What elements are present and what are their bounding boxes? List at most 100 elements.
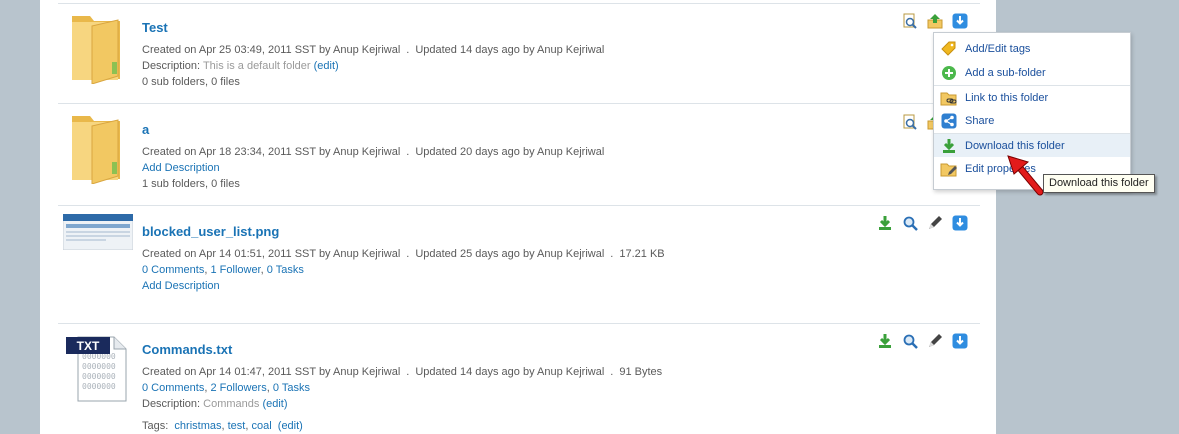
svg-text:0000000: 0000000 — [82, 362, 116, 371]
share-icon — [940, 113, 958, 129]
add-circle-icon — [940, 65, 958, 81]
search-icon[interactable] — [901, 214, 918, 231]
options-dropdown-icon[interactable] — [951, 12, 968, 29]
created-text: Created on Apr 18 23:34, 2011 SST by Anu… — [142, 146, 401, 158]
pencil-icon[interactable] — [926, 332, 943, 349]
comments-link[interactable]: 0 Comments — [142, 264, 204, 276]
dot-separator: . — [610, 248, 614, 260]
list-item: a Created on Apr 18 23:34, 2011 SST by A… — [58, 105, 980, 206]
comma-separator: , — [260, 264, 264, 276]
followers-link[interactable]: 2 Followers — [210, 382, 266, 394]
edit-tags-link[interactable]: (edit) — [278, 420, 303, 432]
dot-separator: . — [406, 44, 410, 56]
description-label: Description: — [142, 60, 201, 72]
menu-item-add-sub-folder[interactable]: Add a sub-folder — [934, 61, 1130, 85]
menu-item-label: Add a sub-folder — [965, 67, 1046, 79]
dot-separator: . — [610, 366, 614, 378]
tag-link[interactable]: test — [228, 420, 246, 432]
list-item: blocked_user_list.png Created on Apr 14 … — [58, 206, 980, 324]
comma-separator: , — [221, 420, 225, 432]
meta-line: Created on Apr 14 01:47, 2011 SST by Anu… — [142, 364, 662, 380]
dot-separator: . — [406, 146, 410, 158]
preview-icon[interactable] — [901, 113, 918, 130]
add-description-link[interactable]: Add Description — [142, 280, 220, 292]
list-item: 0000000 0000000 0000000 0000000 TXT Comm… — [58, 324, 980, 434]
updated-text: Updated 20 days ago by Anup Kejriwal — [415, 146, 605, 158]
file-size: 17.21 KB — [619, 248, 665, 260]
description-line: Description: Commands (edit) — [142, 396, 662, 412]
comma-separator: , — [266, 382, 270, 394]
comments-link[interactable]: 0 Comments — [142, 382, 204, 394]
file-size: 91 Bytes — [619, 366, 663, 378]
image-thumbnail[interactable] — [62, 213, 134, 253]
link-folder-icon — [940, 90, 958, 106]
search-icon[interactable] — [901, 332, 918, 349]
download-icon[interactable] — [876, 332, 893, 349]
list-item: Test Created on Apr 25 03:49, 2011 SST b… — [58, 3, 980, 104]
menu-item-label: Link to this folder — [965, 91, 1049, 104]
row-actions — [901, 12, 968, 29]
preview-icon[interactable] — [901, 12, 918, 29]
item-title[interactable]: a — [142, 122, 604, 137]
meta-line: Created on Apr 14 01:51, 2011 SST by Anu… — [142, 246, 665, 262]
dot-separator: . — [406, 366, 410, 378]
meta-line: Created on Apr 18 23:34, 2011 SST by Anu… — [142, 144, 604, 160]
comma-separator: , — [204, 382, 208, 394]
options-dropdown-icon[interactable] — [951, 332, 968, 349]
item-title[interactable]: Commands.txt — [142, 342, 662, 357]
tags-label: Tags: — [142, 420, 169, 432]
folder-icon[interactable] — [68, 12, 124, 87]
dot-separator: . — [406, 248, 410, 260]
description-line: Description: This is a default folder (e… — [142, 58, 604, 74]
edit-folder-icon — [940, 161, 958, 177]
svg-text:0000000: 0000000 — [82, 382, 116, 391]
tags-line: Tags: christmas, test, coal (edit) — [142, 418, 662, 434]
created-text: Created on Apr 14 01:51, 2011 SST by Anu… — [142, 248, 401, 260]
updated-text: Updated 14 days ago by Anup Kejriwal — [415, 366, 605, 378]
created-text: Created on Apr 14 01:47, 2011 SST by Anu… — [142, 366, 401, 378]
description-text: Commands — [203, 398, 260, 410]
options-dropdown-icon[interactable] — [951, 214, 968, 231]
svg-text:0000000: 0000000 — [82, 372, 116, 381]
description-text: This is a default folder — [202, 60, 311, 72]
edit-description-link[interactable]: (edit) — [314, 60, 339, 72]
txt-badge: TXT — [76, 339, 100, 353]
row-actions — [876, 332, 968, 349]
menu-item-share[interactable]: Share — [934, 109, 1130, 133]
tag-icon — [940, 41, 958, 57]
item-title[interactable]: blocked_user_list.png — [142, 224, 665, 239]
comma-separator: , — [204, 264, 208, 276]
edit-description-link[interactable]: (edit) — [262, 398, 287, 410]
counts-text: 1 sub folders, 0 files — [142, 178, 240, 190]
folder-icon[interactable] — [68, 112, 124, 187]
tag-link[interactable]: coal — [251, 420, 271, 432]
file-list-panel: Test Created on Apr 25 03:49, 2011 SST b… — [40, 0, 996, 434]
add-description-link[interactable]: Add Description — [142, 162, 220, 174]
item-title[interactable]: Test — [142, 20, 604, 35]
comma-separator: , — [245, 420, 249, 432]
meta-line: Created on Apr 25 03:49, 2011 SST by Anu… — [142, 42, 604, 58]
menu-item-label: Add/Edit tags — [965, 43, 1031, 55]
download-icon[interactable] — [876, 214, 893, 231]
pencil-icon[interactable] — [926, 214, 943, 231]
created-text: Created on Apr 25 03:49, 2011 SST by Anu… — [142, 44, 401, 56]
row-actions — [876, 214, 968, 231]
description-label: Description: — [142, 398, 201, 410]
social-line: 0 Comments, 1 Follower, 0 Tasks — [142, 262, 665, 278]
social-line: 0 Comments, 2 Followers, 0 Tasks — [142, 380, 662, 396]
tag-link[interactable]: christmas — [174, 420, 221, 432]
followers-link[interactable]: 1 Follower — [210, 264, 260, 276]
pointer-arrow-icon — [1007, 155, 1044, 196]
txt-file-icon[interactable]: 0000000 0000000 0000000 0000000 TXT — [64, 333, 130, 406]
updated-text: Updated 14 days ago by Anup Kejriwal — [415, 44, 605, 56]
menu-item-label: Share — [965, 115, 995, 127]
counts-text: 0 sub folders, 0 files — [142, 76, 240, 88]
menu-item-add-edit-tags[interactable]: Add/Edit tags — [934, 37, 1130, 61]
upload-icon[interactable] — [926, 12, 943, 29]
menu-item-link-to-folder[interactable]: Link to this folder — [934, 85, 1130, 109]
updated-text: Updated 25 days ago by Anup Kejriwal — [415, 248, 605, 260]
tasks-link[interactable]: 0 Tasks — [267, 264, 304, 276]
download-icon — [940, 138, 958, 154]
tasks-link[interactable]: 0 Tasks — [273, 382, 310, 394]
tooltip: Download this folder — [1043, 174, 1155, 193]
